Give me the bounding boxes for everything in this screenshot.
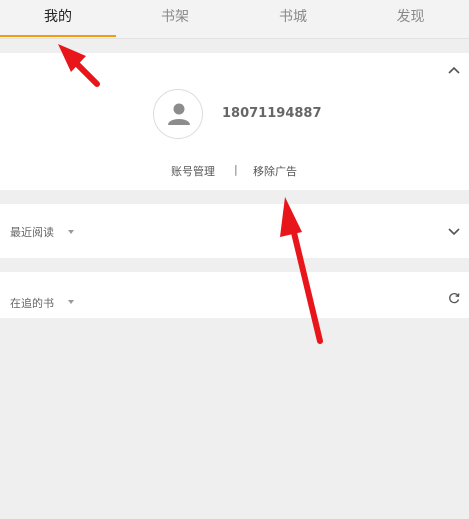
avatar[interactable] (153, 89, 203, 139)
recent-reading-title[interactable]: 最近阅读 (10, 224, 54, 240)
caret-down-icon[interactable] (68, 230, 74, 234)
chevron-down-icon[interactable] (446, 223, 462, 239)
account-phone-number: 18071194887 (222, 106, 322, 121)
tab-mine[interactable]: 我的 (0, 0, 116, 38)
caret-down-icon[interactable] (68, 300, 74, 304)
chevron-up-icon[interactable] (446, 62, 462, 78)
link-separator: | (234, 163, 238, 176)
tab-bookshelf[interactable]: 书架 (116, 0, 234, 38)
following-books-title[interactable]: 在追的书 (10, 295, 54, 311)
tab-bookstore[interactable]: 书城 (234, 0, 352, 38)
top-tab-bar: 我的 书架 书城 发现 (0, 0, 469, 39)
tab-discover[interactable]: 发现 (352, 0, 469, 38)
remove-ads-link[interactable]: 移除广告 (253, 163, 297, 179)
following-books-card (0, 272, 469, 318)
user-icon (168, 103, 190, 125)
account-manage-link[interactable]: 账号管理 (171, 163, 215, 179)
active-tab-indicator (0, 35, 116, 37)
refresh-icon[interactable] (447, 291, 461, 305)
